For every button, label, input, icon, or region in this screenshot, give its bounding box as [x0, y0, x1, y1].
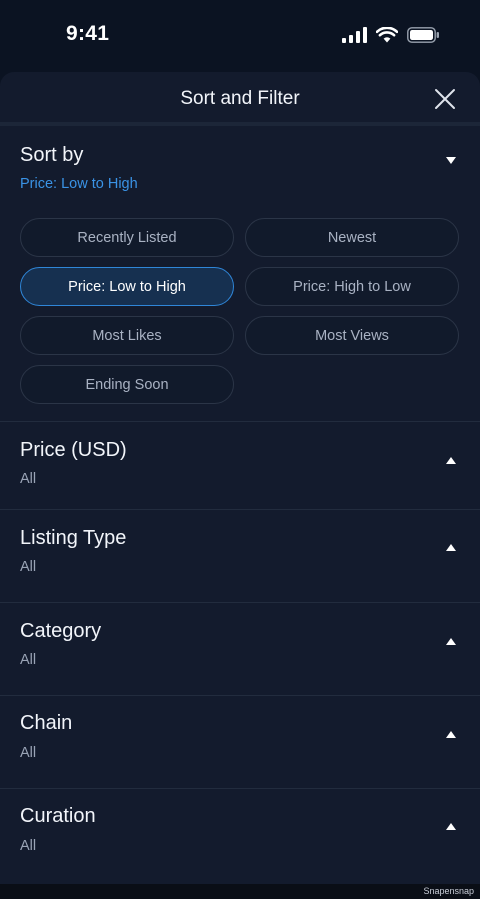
close-button[interactable]	[434, 88, 456, 110]
sort-option-price-high-to-low[interactable]: Price: High to Low	[245, 267, 459, 306]
sheet-title: Sort and Filter	[180, 88, 300, 109]
sort-filter-sheet: Sort and Filter Sort by Price: Low to Hi…	[0, 72, 480, 884]
filter-chain[interactable]: Chain All	[0, 696, 480, 789]
bottom-bar: Snapensnap	[0, 884, 480, 899]
wifi-icon	[376, 27, 398, 43]
chevron-up-icon	[446, 731, 456, 738]
sort-option-newest[interactable]: Newest	[245, 218, 459, 257]
sheet-header: Sort and Filter	[0, 72, 480, 126]
close-icon	[435, 89, 455, 109]
sort-option-recently-listed[interactable]: Recently Listed	[20, 218, 234, 257]
sort-selected-value: Price: Low to High	[20, 176, 138, 192]
sort-option-ending-soon[interactable]: Ending Soon	[20, 365, 234, 404]
filter-category[interactable]: Category All	[0, 603, 480, 696]
filter-price[interactable]: Price (USD) All	[0, 422, 480, 510]
status-bar: 9:41	[0, 0, 480, 72]
chevron-up-icon	[446, 457, 456, 464]
filter-category-value: All	[20, 652, 37, 668]
watermark: Snapensnap	[423, 886, 474, 896]
sort-section: Sort by Price: Low to High Recently List…	[0, 126, 480, 422]
sort-option-most-views[interactable]: Most Views	[245, 316, 459, 355]
chevron-up-icon	[446, 638, 456, 645]
filter-curation[interactable]: Curation All	[0, 789, 480, 881]
status-time: 9:41	[66, 22, 110, 45]
status-icons	[342, 27, 440, 43]
filter-curation-title: Curation	[20, 805, 96, 827]
sort-title: Sort by	[20, 144, 84, 166]
filter-chain-title: Chain	[20, 712, 73, 734]
filter-listing-type-value: All	[20, 559, 37, 575]
filter-listing-type[interactable]: Listing Type All	[0, 510, 480, 603]
cellular-signal-icon	[342, 27, 367, 43]
filter-curation-value: All	[20, 838, 37, 854]
filter-price-title: Price (USD)	[20, 439, 127, 461]
filter-price-value: All	[20, 471, 37, 487]
filter-chain-value: All	[20, 745, 37, 761]
battery-icon	[407, 27, 439, 43]
chevron-up-icon	[446, 544, 456, 551]
chevron-up-icon	[446, 823, 456, 830]
filter-category-title: Category	[20, 620, 102, 642]
sort-collapse-toggle[interactable]	[446, 157, 456, 164]
filter-listing-type-title: Listing Type	[20, 527, 127, 549]
sort-option-most-likes[interactable]: Most Likes	[20, 316, 234, 355]
sort-option-price-low-to-high[interactable]: Price: Low to High	[20, 267, 234, 306]
